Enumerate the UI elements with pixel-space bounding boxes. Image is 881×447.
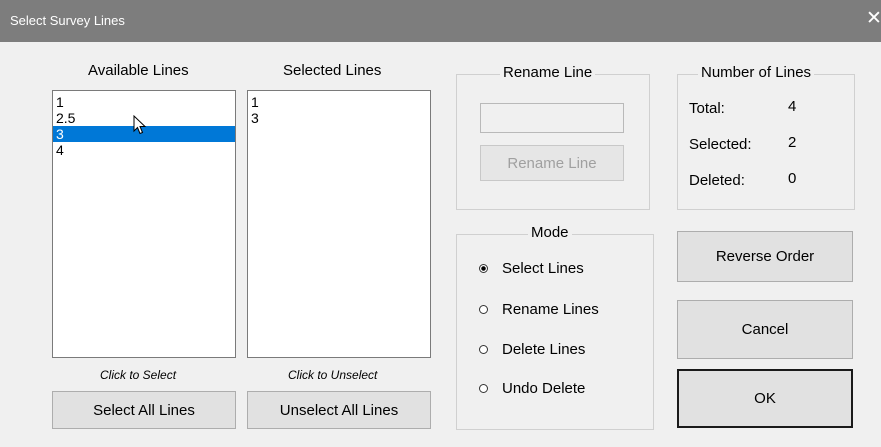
radio-checked-icon[interactable]	[478, 263, 489, 274]
reverse-order-button[interactable]: Reverse Order	[677, 231, 853, 282]
selected-lines-list[interactable]: 1 3	[247, 90, 431, 358]
available-lines-heading: Available Lines	[88, 62, 189, 79]
unselect-all-lines-button[interactable]: Unselect All Lines	[247, 391, 431, 429]
radio-label: Rename Lines	[502, 301, 599, 318]
radio-unchecked-icon[interactable]	[478, 344, 489, 355]
list-item[interactable]: 1	[53, 94, 235, 110]
click-to-select-hint: Click to Select	[100, 368, 177, 382]
selected-count-value: 2	[788, 134, 797, 151]
select-survey-lines-dialog: Select Survey Lines ✕ Available Lines 1 …	[0, 0, 881, 447]
ok-button[interactable]: OK	[677, 369, 853, 428]
delete-lines-radio[interactable]: Delete Lines	[478, 341, 585, 358]
rename-line-input[interactable]	[480, 103, 624, 133]
rename-line-group-title: Rename Line	[500, 64, 596, 81]
window-title: Select Survey Lines	[10, 13, 125, 28]
rename-line-group	[456, 74, 650, 210]
rename-lines-radio[interactable]: Rename Lines	[478, 301, 599, 318]
radio-label: Undo Delete	[502, 380, 586, 397]
deleted-label: Deleted:	[689, 172, 745, 189]
close-icon[interactable]: ✕	[866, 8, 881, 30]
select-all-lines-button[interactable]: Select All Lines	[52, 391, 236, 429]
total-value: 4	[788, 98, 797, 115]
radio-unchecked-icon[interactable]	[478, 383, 489, 394]
mouse-cursor-icon	[133, 115, 147, 135]
list-item[interactable]: 3	[248, 110, 430, 126]
radio-unchecked-icon[interactable]	[478, 304, 489, 315]
total-label: Total:	[689, 100, 725, 117]
cancel-button[interactable]: Cancel	[677, 300, 853, 359]
list-item[interactable]: 1	[248, 94, 430, 110]
title-bar[interactable]: Select Survey Lines ✕	[0, 0, 881, 42]
radio-label: Select Lines	[502, 260, 584, 277]
undo-delete-radio[interactable]: Undo Delete	[478, 380, 585, 397]
deleted-value: 0	[788, 170, 797, 187]
mode-group-title: Mode	[528, 224, 572, 241]
select-lines-radio[interactable]: Select Lines	[478, 260, 584, 277]
number-of-lines-group-title: Number of Lines	[698, 64, 815, 81]
click-to-unselect-hint: Click to Unselect	[288, 368, 378, 382]
selected-count-label: Selected:	[689, 136, 752, 153]
list-item[interactable]: 4	[53, 142, 235, 158]
selected-lines-heading: Selected Lines	[283, 62, 382, 79]
rename-line-button[interactable]: Rename Line	[480, 145, 624, 181]
radio-label: Delete Lines	[502, 341, 586, 358]
